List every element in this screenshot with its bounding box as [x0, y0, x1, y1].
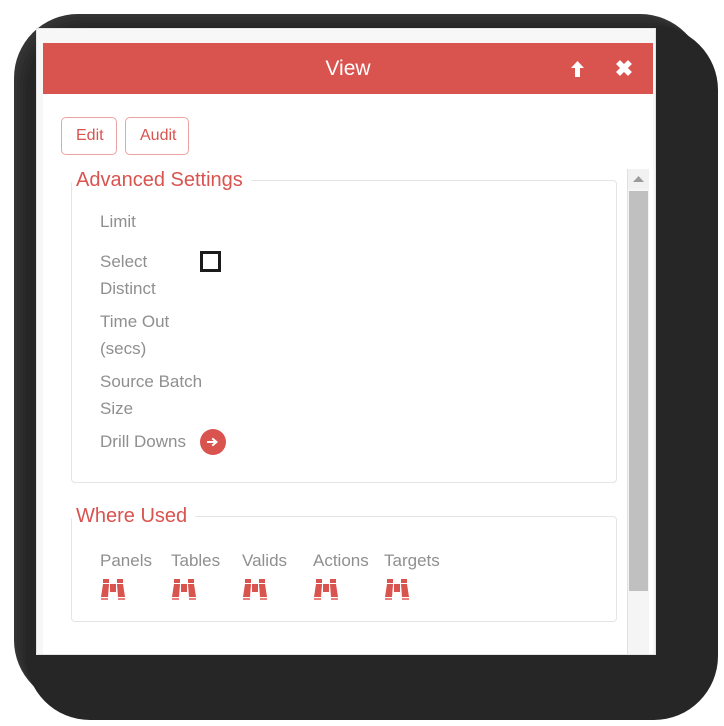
where-used-label: Valids: [242, 551, 288, 570]
edit-button[interactable]: Edit: [61, 117, 117, 155]
close-icon[interactable]: ✖: [604, 43, 644, 94]
limit-label: Limit: [100, 212, 136, 231]
where-used-row: Panels Tables Valids Actions Targets: [72, 544, 616, 607]
where-used-legend: Where Used: [76, 505, 188, 527]
where-used-actions[interactable]: Actions: [313, 548, 384, 607]
select-distinct-checkbox[interactable]: [200, 251, 221, 272]
where-used-label: Panels: [100, 551, 152, 570]
triangle-up-icon[interactable]: [628, 169, 649, 189]
field-row: Limit: [72, 208, 616, 248]
audit-button[interactable]: Audit: [125, 117, 189, 155]
field-row: Select Distinct: [72, 248, 616, 308]
time-out-label: Time Out (secs): [100, 312, 170, 358]
where-used-panels[interactable]: Panels: [100, 548, 171, 607]
binoculars-icon[interactable]: [171, 578, 242, 607]
where-used-tables[interactable]: Tables: [171, 548, 242, 607]
vertical-scrollbar[interactable]: [627, 169, 649, 654]
binoculars-icon[interactable]: [313, 578, 384, 607]
where-used-label: Targets: [384, 551, 440, 570]
dialog-content: Advanced Settings Limit Select Distinct …: [43, 169, 633, 644]
select-distinct-control: [200, 248, 221, 275]
arrow-right-icon[interactable]: [200, 428, 226, 455]
source-batch-size-label: Source Batch Size: [100, 372, 203, 418]
where-used-label: Tables: [171, 551, 221, 570]
where-used-group: Where Used Panels Tables Valids Actions …: [71, 505, 617, 622]
drill-downs-label: Drill Downs: [100, 432, 186, 451]
drill-downs-control: [200, 428, 226, 455]
where-used-label: Actions: [313, 551, 369, 570]
field-row: Source Batch Size: [72, 368, 616, 428]
where-used-valids[interactable]: Valids: [242, 548, 313, 607]
field-row: Drill Downs: [72, 428, 616, 468]
advanced-settings-legend: Advanced Settings: [76, 169, 243, 191]
dialog-scroll-area[interactable]: Advanced Settings Limit Select Distinct …: [43, 169, 653, 654]
dialog-toolbar: Edit Audit: [43, 94, 653, 169]
binoculars-icon[interactable]: [242, 578, 313, 607]
dialog-titlebar: View ✖: [43, 43, 653, 94]
binoculars-icon[interactable]: [384, 578, 455, 607]
arrow-up-icon[interactable]: [557, 43, 597, 94]
select-distinct-label: Select Distinct: [100, 252, 156, 298]
screen: View ✖ Edit Audit Advanced Settings Limi…: [0, 0, 724, 726]
view-dialog: View ✖ Edit Audit Advanced Settings Limi…: [36, 28, 656, 655]
where-used-targets[interactable]: Targets: [384, 548, 455, 607]
scrollbar-thumb[interactable]: [629, 191, 648, 591]
advanced-settings-group: Advanced Settings Limit Select Distinct …: [71, 169, 617, 483]
field-row: Time Out (secs): [72, 308, 616, 368]
binoculars-icon[interactable]: [100, 578, 171, 607]
